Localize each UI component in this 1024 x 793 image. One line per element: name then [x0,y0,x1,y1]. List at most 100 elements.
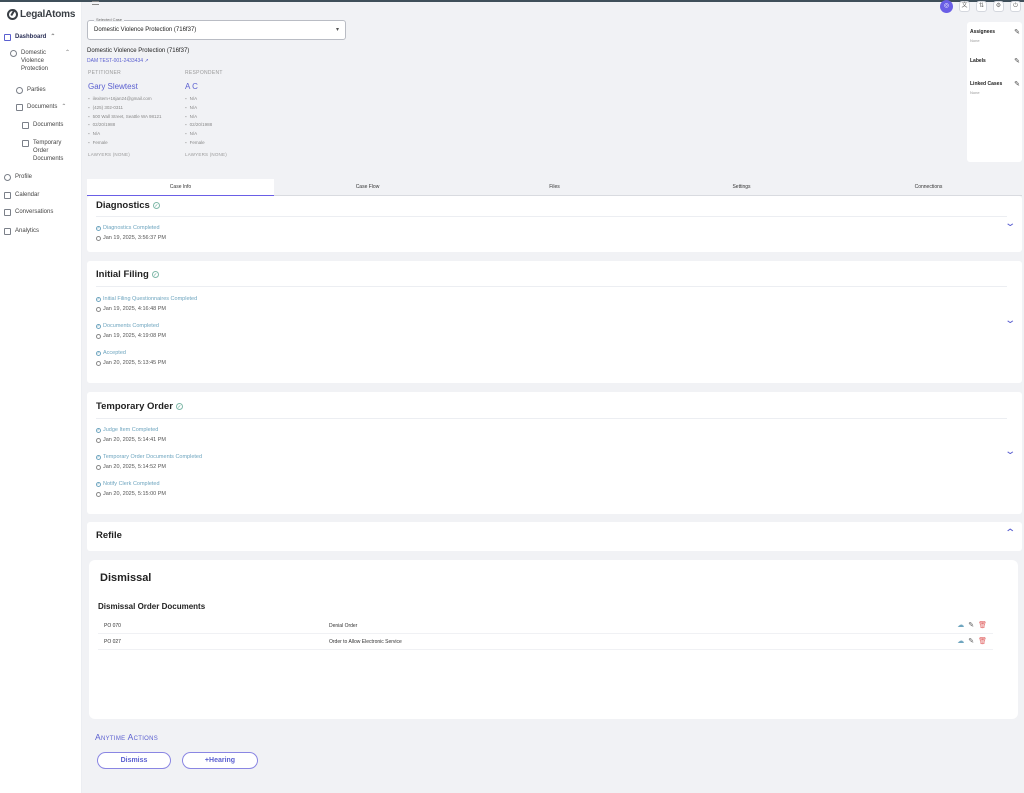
check-circle-icon: ✓ [96,427,101,433]
step-time: Jan 19, 2025, 4:16:48 PM [96,306,197,312]
initial-filing-card: Initial Filing ✓ ✓ Initial Filing Questio… [87,261,1022,383]
chat-icon [4,209,11,216]
petitioner-info: ilexitem+16jan24@gmail.com (425) 302-031… [88,95,184,148]
doc-code: PO 027 [104,639,121,645]
row-actions: ☁ ✎ 🗑 [957,621,987,629]
trash-icon[interactable]: 🗑 [978,621,987,629]
chevron-up-icon[interactable]: ⌃ [1004,528,1016,539]
respondent-info: N/A N/A N/A 02/20/1988 N/A Female [185,95,281,148]
linked-cases-value: None [970,90,980,95]
cloud-download-icon[interactable]: ☁ [957,621,964,629]
power-icon[interactable]: ⏻ [1010,1,1021,12]
check-circle-icon: ✓ [96,296,101,302]
address: 500 Wall Street, Seattle WA 98121 [88,113,184,122]
divider [96,216,1007,217]
step-label: Accepted [103,350,126,356]
section-title-text: Temporary Order [96,401,173,412]
pencil-icon[interactable]: ✎ [968,637,974,645]
sort-icon[interactable]: ⇅ [976,1,987,12]
analytics-icon [4,228,11,235]
case-tabs: Case Info Case Flow Files Settings Conne… [87,179,1022,196]
refile-card: Refile ⌃ [87,522,1022,551]
check-circle-icon: ✓ [96,225,101,231]
step-item: ✓ Judge Item Completed Jan 20, 2025, 5:14… [96,427,166,443]
edit-linked-cases-icon[interactable]: ✎ [1014,80,1020,88]
clock-icon [96,235,101,241]
gender: Female [88,139,184,148]
step-time: Jan 20, 2025, 5:15:00 PM [96,491,166,497]
step-time: Jan 19, 2025, 4:19:08 PM [96,333,166,339]
sidebar-item-documents[interactable]: Documents ⌃ [16,103,66,111]
sidebar-item-temporary-order-documents[interactable]: Temporary Order Documents [22,139,78,163]
chevron-up-icon: ⌃ [65,50,71,56]
linked-cases-title: Linked Cases [970,81,1003,87]
sidebar-item-dashboard[interactable]: Dashboard ⌃ [4,33,55,41]
add-hearing-button[interactable]: +Hearing [182,752,258,769]
step-item: ✓ Initial Filing Questionnaires Completed… [96,296,197,312]
menu-icon[interactable] [92,1,99,5]
calendar-icon [4,192,11,199]
step-label: Documents Completed [103,323,159,329]
phone: N/A [185,104,281,113]
tab-settings[interactable]: Settings [648,179,835,196]
selected-case-select[interactable]: Selected Case Domestic Violence Protecti… [87,17,346,40]
edit-assignees-icon[interactable]: ✎ [1014,28,1020,36]
step-status: ✓ Diagnostics Completed [96,225,166,231]
document-icon [22,140,29,147]
pencil-icon[interactable]: ✎ [968,621,974,629]
translate-icon[interactable]: 文 [959,1,970,12]
chevron-down-icon[interactable]: ⌄ [1004,446,1016,457]
step-time: Jan 19, 2025, 3:56:37 PM [96,235,166,241]
tab-connections[interactable]: Connections [835,179,1022,196]
shield-icon [10,50,17,57]
email: N/A [185,95,281,104]
sidebar-item-documents-sub[interactable]: Documents [22,121,63,129]
temporary-order-card: Temporary Order ✓ ✓ Judge Item Completed … [87,392,1022,514]
check-circle-icon: ✓ [175,403,183,410]
step-timestamp: Jan 20, 2025, 5:13:45 PM [103,360,166,366]
sidebar-item-profile[interactable]: Profile [4,173,32,181]
dismiss-button[interactable]: Dismiss [97,752,171,769]
account-icon[interactable]: ◎ [940,0,953,13]
chevron-down-icon[interactable]: ⌄ [1004,315,1016,326]
logo[interactable]: LegalAtoms [7,9,75,20]
sidebar-item-analytics[interactable]: Analytics [4,227,39,235]
step-status: ✓ Accepted [96,350,166,356]
petitioner-name[interactable]: Gary Slewtest [88,82,184,91]
sidebar-item-label: Conversations [15,209,54,215]
labels-block: Labels ✎ [970,57,1020,65]
step-status: ✓ Documents Completed [96,323,166,329]
tab-case-info[interactable]: Case Info [87,179,274,196]
chevron-down-icon[interactable]: ⌄ [1004,218,1016,229]
case-meta-panel: Assignees None ✎ Labels ✎ Linked Cases N… [967,22,1022,162]
dismissal-docs-title: Dismissal Order Documents [98,602,206,611]
sidebar-item-calendar[interactable]: Calendar [4,191,39,199]
respondent-lawyers: LAWYERS (NONE) [185,151,227,157]
trash-icon[interactable]: 🗑 [978,637,987,645]
tab-case-flow[interactable]: Case Flow [274,179,461,196]
step-status: ✓ Judge Item Completed [96,427,166,433]
sidebar-item-conversations[interactable]: Conversations [4,208,53,216]
edit-labels-icon[interactable]: ✎ [1014,57,1020,65]
dismissal-card: Dismissal Dismissal Order Documents PO 0… [89,560,1018,719]
sidebar-item-domestic-violence-protection[interactable]: Domestic Violence Protection ⌃ [10,49,74,73]
step-status: ✓ Notify Clerk Completed [96,481,166,487]
clock-icon [96,437,101,443]
settings-icon[interactable]: ⚙ [993,1,1004,12]
step-item: ✓ Temporary Order Documents Completed Jan… [96,454,202,470]
check-circle-icon: ✓ [96,323,101,329]
case-id-link[interactable]: DAM TEST-001-2433434 ↗ [87,58,149,64]
respondent-name[interactable]: A C [185,82,281,91]
divider [96,418,1007,419]
assignees-title: Assignees [970,29,996,35]
step-timestamp: Jan 19, 2025, 4:16:48 PM [103,306,166,312]
cloud-download-icon[interactable]: ☁ [957,637,964,645]
sidebar-item-parties[interactable]: Parties [16,86,46,94]
step-timestamp: Jan 19, 2025, 4:19:08 PM [103,333,166,339]
step-timestamp: Jan 20, 2025, 5:14:52 PM [103,464,166,470]
step-label: Diagnostics Completed [103,225,160,231]
clock-icon [96,491,101,497]
tab-files[interactable]: Files [461,179,648,196]
sidebar-item-label: Calendar [15,192,40,198]
sidebar-item-label: Documents [33,122,64,128]
